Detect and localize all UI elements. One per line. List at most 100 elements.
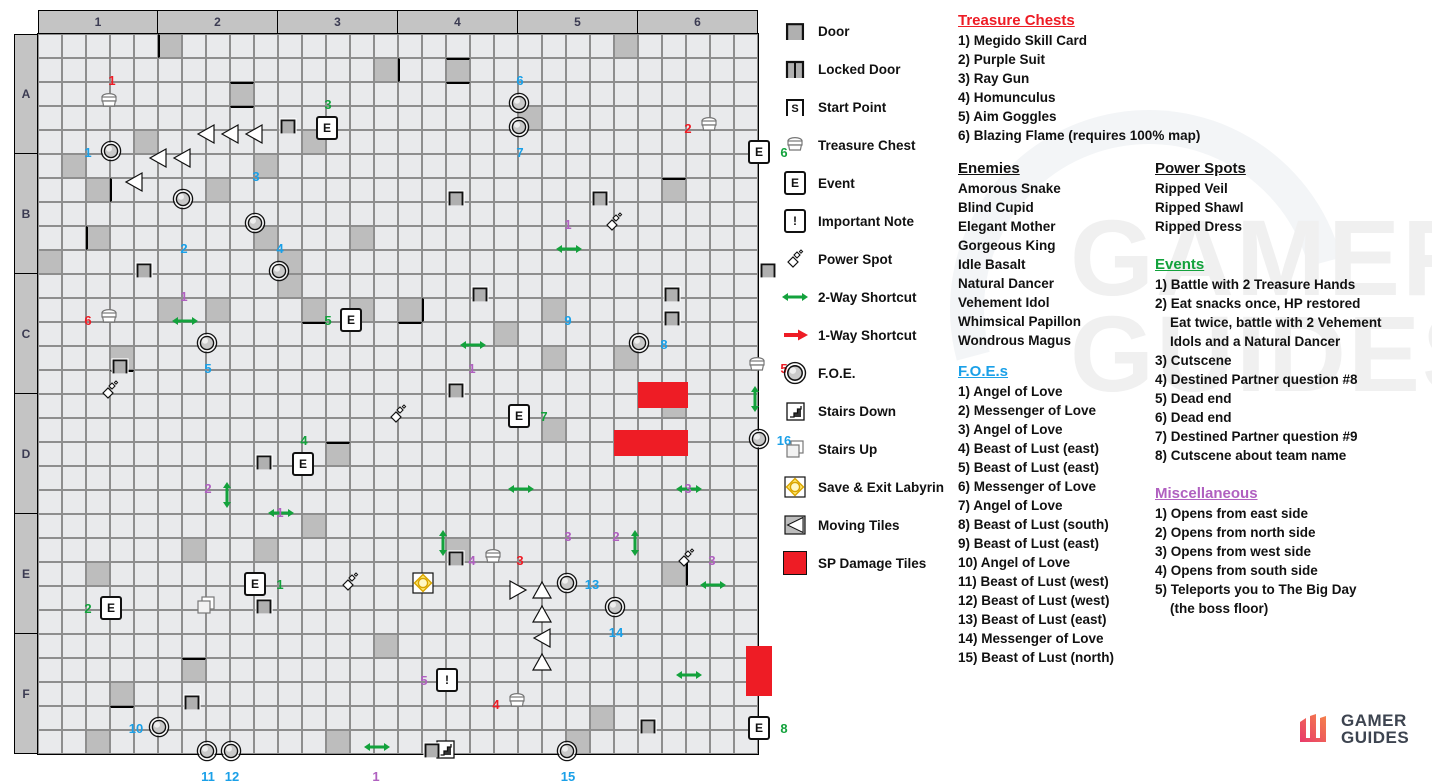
map-cell[interactable]	[422, 82, 446, 106]
map-cell[interactable]	[710, 466, 734, 490]
map-cell[interactable]	[518, 370, 542, 394]
map-cell[interactable]	[230, 682, 254, 706]
map-cell[interactable]	[422, 106, 446, 130]
map-cell[interactable]	[686, 298, 710, 322]
map-cell[interactable]	[638, 106, 662, 130]
map-cell[interactable]	[566, 34, 590, 58]
map-cell[interactable]	[62, 658, 86, 682]
map-cell[interactable]	[350, 730, 374, 754]
map-cell[interactable]	[446, 154, 470, 178]
map-cell[interactable]	[38, 682, 62, 706]
map-cell[interactable]	[134, 538, 158, 562]
map-cell[interactable]	[398, 322, 422, 346]
map-cells[interactable]: E E E E E E E E! 1 1 3 3 6 7 2 6 2 4 1 1 6 5 9 8 5 1 5 7 4 16 2 3 1 3 2 4 3 3…	[37, 33, 791, 783]
map-cell[interactable]	[110, 418, 134, 442]
map-cell[interactable]	[110, 34, 134, 58]
map-cell[interactable]	[470, 322, 494, 346]
map-cell[interactable]	[350, 346, 374, 370]
map-cell[interactable]	[542, 658, 566, 682]
map-cell[interactable]	[350, 154, 374, 178]
map-cell[interactable]	[398, 106, 422, 130]
map-cell[interactable]	[422, 706, 446, 730]
map-cell[interactable]	[494, 298, 518, 322]
map-cell[interactable]	[326, 514, 350, 538]
map-cell[interactable]	[518, 682, 542, 706]
map-cell[interactable]	[398, 34, 422, 58]
map-cell[interactable]	[374, 130, 398, 154]
map-cell[interactable]	[614, 682, 638, 706]
map-cell[interactable]	[374, 298, 398, 322]
map-cell[interactable]	[614, 154, 638, 178]
map-cell[interactable]	[734, 586, 758, 610]
map-cell[interactable]	[566, 394, 590, 418]
map-cell[interactable]	[398, 370, 422, 394]
map-cell[interactable]	[206, 106, 230, 130]
map-cell[interactable]	[638, 154, 662, 178]
map-cell[interactable]	[662, 418, 686, 442]
map-cell[interactable]	[86, 274, 110, 298]
map-cell[interactable]	[446, 202, 470, 226]
map-cell[interactable]	[110, 490, 134, 514]
map-cell[interactable]	[206, 154, 230, 178]
map-cell[interactable]	[542, 130, 566, 154]
map-cell[interactable]	[302, 682, 326, 706]
map-cell[interactable]	[734, 34, 758, 58]
map-cell[interactable]	[470, 394, 494, 418]
map-cell[interactable]	[326, 34, 350, 58]
map-cell[interactable]	[398, 346, 422, 370]
map-cell[interactable]	[110, 514, 134, 538]
map-cell[interactable]	[590, 658, 614, 682]
map-cell[interactable]	[494, 202, 518, 226]
map-cell[interactable]	[206, 178, 230, 202]
map-cell[interactable]	[638, 370, 662, 394]
map-cell[interactable]	[230, 34, 254, 58]
map-cell[interactable]	[398, 82, 422, 106]
map-cell[interactable]	[446, 658, 470, 682]
map-cell[interactable]	[182, 634, 206, 658]
map-cell[interactable]	[470, 634, 494, 658]
map-cell[interactable]	[446, 514, 470, 538]
map-cell[interactable]	[326, 346, 350, 370]
map-cell[interactable]	[302, 226, 326, 250]
map-cell[interactable]	[446, 274, 470, 298]
map-cell[interactable]	[686, 658, 710, 682]
map-cell[interactable]	[470, 442, 494, 466]
map-cell[interactable]	[662, 442, 686, 466]
map-cell[interactable]	[230, 250, 254, 274]
map-cell[interactable]	[710, 154, 734, 178]
map-cell[interactable]	[230, 538, 254, 562]
map-cell[interactable]	[326, 586, 350, 610]
map-cell[interactable]	[470, 418, 494, 442]
map-cell[interactable]	[566, 250, 590, 274]
map-cell[interactable]	[470, 106, 494, 130]
map-cell[interactable]	[326, 634, 350, 658]
map-cell[interactable]	[350, 34, 374, 58]
map-cell[interactable]	[62, 490, 86, 514]
map-cell[interactable]	[710, 730, 734, 754]
map-cell[interactable]	[278, 730, 302, 754]
map-cell[interactable]	[710, 274, 734, 298]
map-cell[interactable]	[254, 730, 278, 754]
map-cell[interactable]	[470, 610, 494, 634]
map-cell[interactable]	[566, 106, 590, 130]
map-cell[interactable]	[134, 226, 158, 250]
map-cell[interactable]	[422, 538, 446, 562]
map-cell[interactable]	[374, 562, 398, 586]
map-cell[interactable]	[158, 610, 182, 634]
map-cell[interactable]	[302, 370, 326, 394]
map-cell[interactable]	[182, 538, 206, 562]
map-cell[interactable]	[86, 202, 110, 226]
map-cell[interactable]	[302, 586, 326, 610]
map-cell[interactable]	[566, 490, 590, 514]
map-cell[interactable]	[110, 322, 134, 346]
map-cell[interactable]	[542, 610, 566, 634]
map-cell[interactable]	[662, 562, 686, 586]
map-cell[interactable]	[86, 442, 110, 466]
map-cell[interactable]	[710, 394, 734, 418]
map-cell[interactable]	[374, 250, 398, 274]
map-cell[interactable]	[494, 226, 518, 250]
map-cell[interactable]	[62, 58, 86, 82]
map-cell[interactable]	[422, 226, 446, 250]
map-cell[interactable]	[206, 34, 230, 58]
map-cell[interactable]	[182, 706, 206, 730]
